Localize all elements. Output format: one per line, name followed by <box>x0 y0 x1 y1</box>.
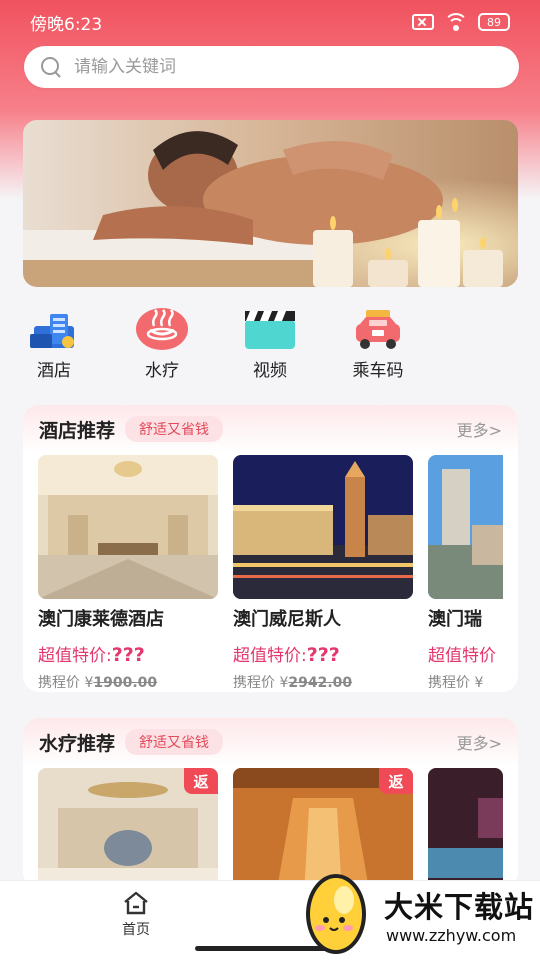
status-bar: 傍晚6:23 89 <box>0 0 540 44</box>
car-code-icon <box>352 308 404 350</box>
battery-level: 89 <box>487 15 501 29</box>
quick-nav-label: 酒店 <box>37 361 71 381</box>
sim-off-icon <box>412 14 434 30</box>
more-link[interactable]: 更多> <box>457 730 502 754</box>
hotel-name: 澳门瑞 <box>428 609 482 630</box>
section-tag: 舒适又省钱 <box>125 729 224 755</box>
ctrip-price-value: 1900.00 <box>93 675 158 691</box>
search-input[interactable] <box>74 57 519 77</box>
home-icon <box>122 891 150 915</box>
rebate-badge: 返 <box>184 768 218 794</box>
special-price: 超值特价:??? <box>38 641 218 666</box>
banner-carousel[interactable] <box>23 120 518 287</box>
ctrip-price-label: 携程价 ¥ <box>38 675 94 691</box>
hotel-image <box>233 455 413 599</box>
search-bar[interactable] <box>24 46 519 88</box>
ctrip-price: 携程价 ¥1900.00 <box>38 672 218 692</box>
massage-spa-banner <box>23 120 518 287</box>
status-icons: 89 <box>412 13 510 31</box>
special-price-value: ??? <box>111 644 145 666</box>
spa-card[interactable]: 返 <box>38 768 218 888</box>
special-price-value: ??? <box>306 644 340 666</box>
tab-home-label: 首页 <box>122 922 150 938</box>
video-clapper-icon <box>244 308 296 350</box>
hotel-icon <box>28 308 80 350</box>
section-header: 酒店推荐 舒适又省钱 更多> <box>23 405 518 453</box>
search-icon <box>40 56 62 78</box>
special-price-label: 超值特价: <box>38 646 112 666</box>
special-price-label: 超值特价: <box>233 646 307 666</box>
watermark-url: www.zzhyw.com <box>386 926 517 945</box>
special-price: 超值特价 <box>428 641 503 666</box>
ctrip-price-label: 携程价 ¥ <box>428 675 484 691</box>
tab-home[interactable]: 首页 <box>106 891 166 939</box>
hotel-card[interactable]: 澳门威尼斯人 超值特价:??? 携程价 ¥2942.00 <box>233 455 413 692</box>
hotel-recommend-section: 酒店推荐 舒适又省钱 更多> 澳门康莱德酒店 超值特价:??? 携程价 ¥190… <box>23 405 518 692</box>
mascot-logo <box>306 874 366 954</box>
quick-nav: 酒店 水疗 视频 乘车码 <box>0 308 540 383</box>
quick-nav-hotel[interactable]: 酒店 <box>14 308 94 381</box>
quick-nav-spa[interactable]: 水疗 <box>122 308 202 381</box>
status-time: 傍晚6:23 <box>30 14 103 35</box>
hotel-card[interactable]: 澳门康莱德酒店 超值特价:??? 携程价 ¥1900.00 <box>38 455 218 692</box>
hotel-name: 澳门威尼斯人 <box>233 609 341 630</box>
watermark: 大米下载站 www.zzhyw.com <box>296 862 540 960</box>
ctrip-price: 携程价 ¥ <box>428 672 503 692</box>
special-price: 超值特价:??? <box>233 641 413 666</box>
section-title: 酒店推荐 <box>39 419 116 442</box>
ctrip-price: 携程价 ¥2942.00 <box>233 672 413 692</box>
quick-nav-video[interactable]: 视频 <box>230 308 310 381</box>
section-title: 水疗推荐 <box>39 732 116 755</box>
hotel-card-list: 澳门康莱德酒店 超值特价:??? 携程价 ¥1900.00 澳门威尼斯人 超值特… <box>23 453 518 692</box>
spa-image: 返 <box>38 768 218 888</box>
quick-nav-label: 视频 <box>253 361 287 381</box>
hotel-name: 澳门康莱德酒店 <box>38 609 164 630</box>
ctrip-price-value: 2942.00 <box>288 675 353 691</box>
ctrip-price-label: 携程价 ¥ <box>233 675 289 691</box>
section-header: 水疗推荐 舒适又省钱 更多> <box>23 718 518 766</box>
section-tag: 舒适又省钱 <box>125 416 224 442</box>
hotel-card[interactable]: 澳门瑞 超值特价 携程价 ¥ <box>428 455 503 692</box>
spa-icon <box>136 308 188 350</box>
hotel-image <box>428 455 503 599</box>
special-price-label: 超值特价 <box>428 646 496 666</box>
battery-icon: 89 <box>478 13 510 31</box>
more-link[interactable]: 更多> <box>457 417 502 441</box>
rebate-badge: 返 <box>379 768 413 794</box>
quick-nav-label: 乘车码 <box>352 361 404 381</box>
watermark-title: 大米下载站 <box>384 890 535 924</box>
wifi-icon <box>444 13 468 31</box>
quick-nav-label: 水疗 <box>145 361 179 381</box>
hotel-image <box>38 455 218 599</box>
quick-nav-car-code[interactable]: 乘车码 <box>338 308 418 381</box>
